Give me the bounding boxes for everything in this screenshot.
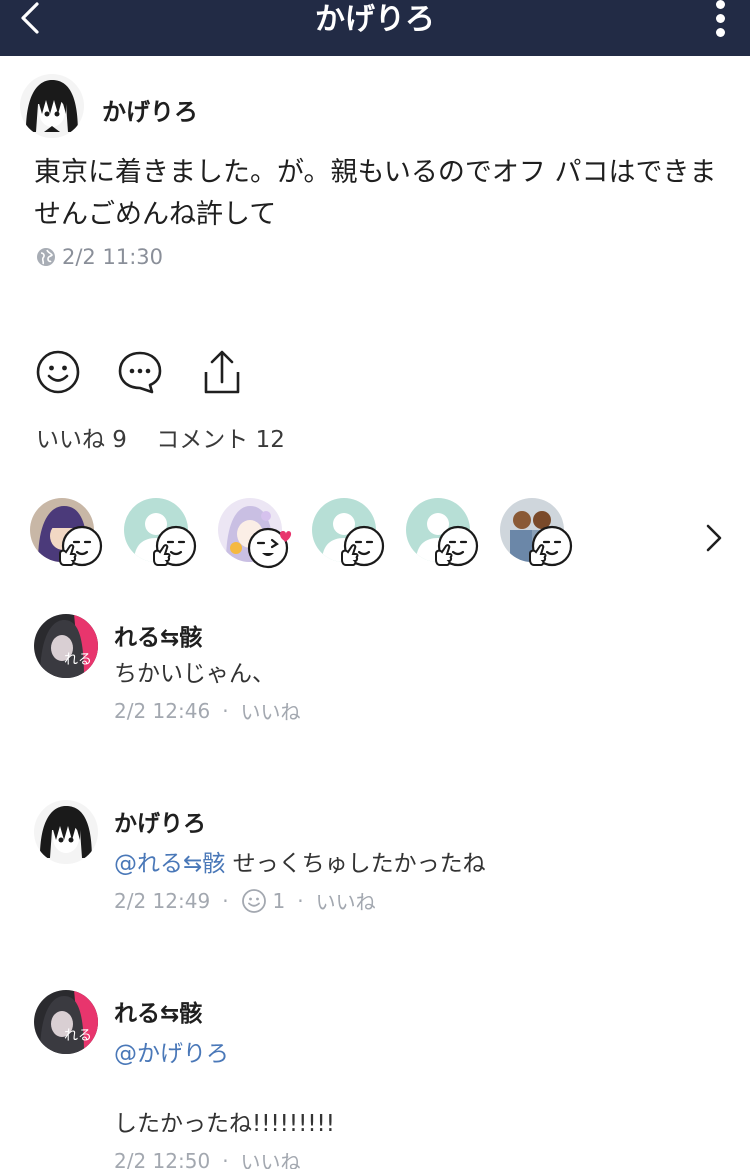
post-meta: 2/2 11:30 bbox=[36, 245, 163, 269]
separator-dot: · bbox=[222, 1148, 229, 1169]
wink-heart-stamp bbox=[247, 527, 292, 569]
comment-meta: 2/2 12:49 · 1 · いいね bbox=[114, 886, 376, 915]
thumbs-up-face-stamp bbox=[341, 525, 385, 567]
chevron-right-icon[interactable] bbox=[698, 520, 730, 556]
comment-author-avatar[interactable]: れる bbox=[34, 614, 98, 678]
reactor-item[interactable] bbox=[30, 498, 114, 574]
thumbs-up-face-stamp bbox=[529, 525, 573, 567]
comment-author-name[interactable]: れる⇆骸 bbox=[114, 618, 202, 652]
comment-time: 2/2 12:46 bbox=[114, 698, 211, 723]
comment-time: 2/2 12:49 bbox=[114, 888, 211, 913]
share-icon[interactable] bbox=[198, 348, 246, 396]
comment-text: ちかいじゃん、 bbox=[114, 654, 275, 688]
comment-meta: 2/2 12:46 · いいね bbox=[114, 696, 301, 725]
menu-dot bbox=[716, 0, 725, 9]
comment-author-avatar[interactable]: れる bbox=[34, 990, 98, 1054]
engagement-counts: いいね 9 コメント 12 bbox=[36, 420, 307, 454]
page-title: かげりろ bbox=[315, 2, 435, 37]
thumbs-up-face-stamp bbox=[59, 525, 103, 567]
reaction-count[interactable]: 1 bbox=[273, 889, 286, 913]
like-count[interactable]: いいね 9 bbox=[36, 427, 127, 453]
smiley-icon[interactable] bbox=[241, 888, 267, 914]
comment-like-button[interactable]: いいね bbox=[241, 696, 301, 725]
post-time: 2/2 11:30 bbox=[62, 245, 163, 269]
mention-link[interactable]: @れる⇆骸 bbox=[114, 851, 225, 877]
svg-text:れる: れる bbox=[64, 1028, 92, 1044]
comment-meta: 2/2 12:50 · いいね bbox=[114, 1146, 301, 1169]
globe-icon bbox=[37, 248, 55, 266]
reactor-item[interactable] bbox=[500, 498, 584, 574]
comment-author-name[interactable]: かげりろ bbox=[114, 804, 206, 838]
svg-text:れる: れる bbox=[64, 652, 92, 668]
reactor-item[interactable] bbox=[218, 498, 302, 574]
post-author-avatar[interactable] bbox=[20, 74, 84, 138]
separator-dot: · bbox=[222, 698, 229, 723]
comment-like-button[interactable]: いいね bbox=[241, 1146, 301, 1169]
post-text: 東京に着きました。が。親もいるのでオフ パコはできませんごめんね許して bbox=[34, 157, 717, 230]
comment-author-avatar[interactable] bbox=[34, 800, 98, 864]
comment-mention-line: @かげりろ bbox=[114, 1034, 229, 1068]
comment-body: せっくちゅしたかったね bbox=[225, 851, 486, 877]
comment-time: 2/2 12:50 bbox=[114, 1148, 211, 1169]
comment-text: @れる⇆骸 せっくちゅしたかったね bbox=[114, 844, 486, 878]
smiley-icon[interactable] bbox=[34, 348, 82, 396]
comment-text: したかったね!!!!!!!!! bbox=[114, 1104, 335, 1138]
reactor-item[interactable] bbox=[124, 498, 208, 574]
comment-like-button[interactable]: いいね bbox=[316, 886, 376, 915]
menu-dot bbox=[716, 14, 725, 23]
top-bar: かげりろ bbox=[0, 0, 750, 56]
separator-dot: · bbox=[297, 888, 304, 913]
comment-bubble-icon[interactable] bbox=[116, 348, 164, 396]
post-author-name[interactable]: かげりろ bbox=[102, 92, 198, 127]
separator-dot: · bbox=[222, 888, 229, 913]
comment-author-name[interactable]: れる⇆骸 bbox=[114, 994, 202, 1028]
mention-link[interactable]: @かげりろ bbox=[114, 1041, 229, 1067]
more-menu-button[interactable] bbox=[708, 0, 732, 40]
reactor-item[interactable] bbox=[406, 498, 490, 574]
thumbs-up-face-stamp bbox=[153, 525, 197, 567]
thumbs-up-face-stamp bbox=[435, 525, 479, 567]
comment-count[interactable]: コメント 12 bbox=[156, 427, 285, 453]
reactor-item[interactable] bbox=[312, 498, 396, 574]
menu-dot bbox=[716, 28, 725, 37]
comment-body: ちかいじゃん、 bbox=[114, 661, 275, 687]
comment-body: したかったね!!!!!!!!! bbox=[114, 1111, 335, 1137]
